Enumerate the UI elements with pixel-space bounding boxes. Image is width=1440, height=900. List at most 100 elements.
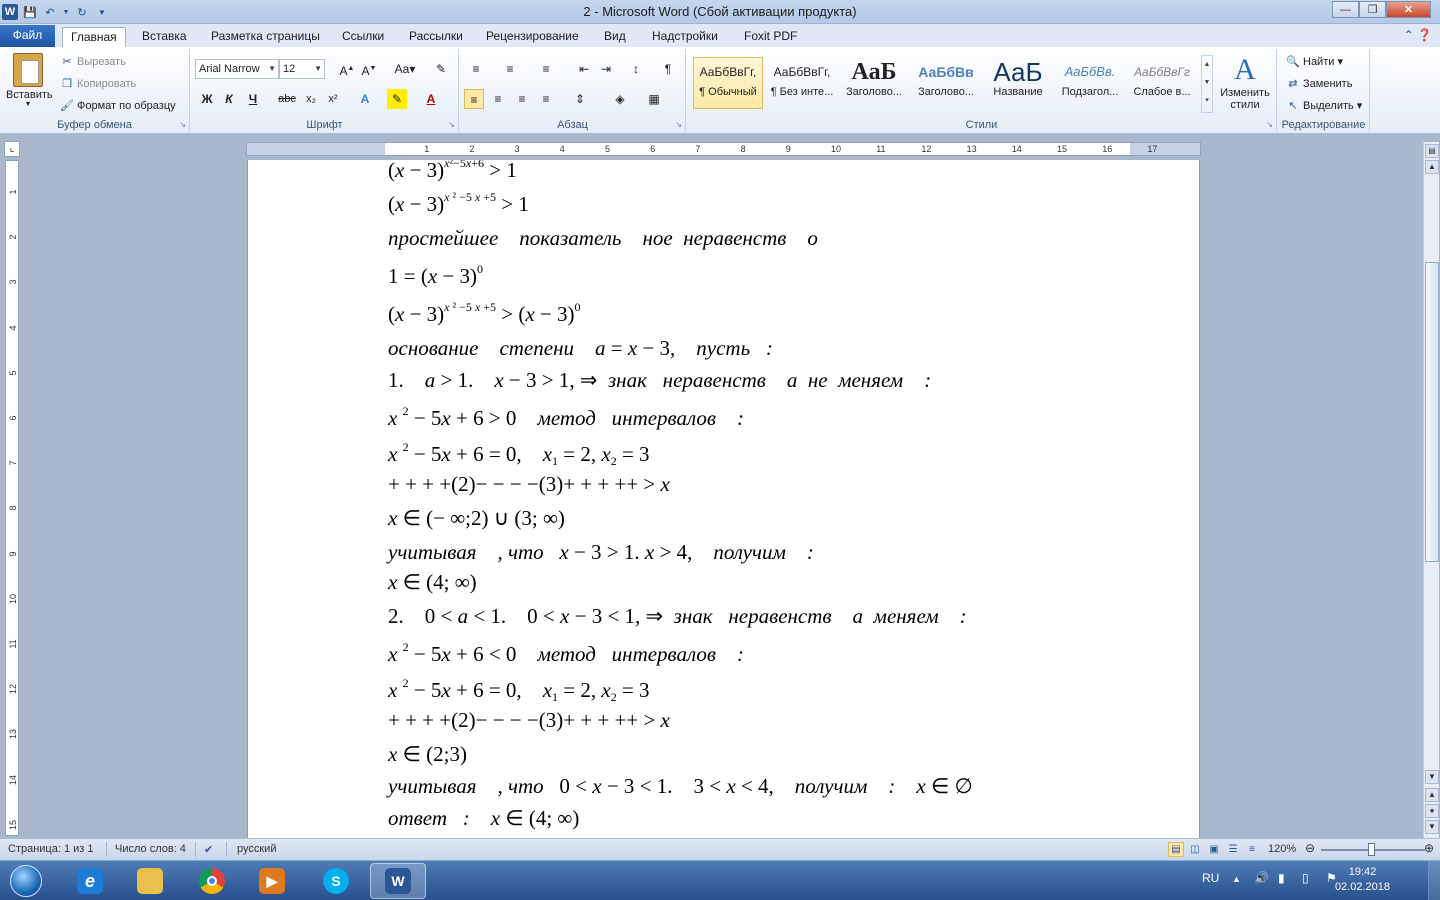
grow-font-icon[interactable]: A▲ [337,59,357,79]
tab-insert[interactable]: Вставка [134,27,195,47]
web-layout-icon[interactable]: ▣ [1206,842,1222,857]
style-no-spacing[interactable]: АаБбВвГг, ¶ Без инте... [767,57,837,109]
cut-button[interactable]: ✂ Вырезать [60,55,126,68]
print-layout-icon[interactable]: ▤ [1168,842,1184,857]
taskbar-chrome[interactable] [184,863,240,899]
increase-indent-icon[interactable]: ⇥ [596,59,616,79]
draft-icon[interactable]: ≡ [1244,842,1260,857]
tab-references[interactable]: Ссылки [334,27,392,47]
show-desktop-button[interactable] [1428,861,1440,900]
styles-launcher-icon[interactable]: ↘ [1266,120,1273,129]
bold-button[interactable]: Ж [197,89,217,109]
taskbar-explorer[interactable] [122,863,178,899]
numbering-icon[interactable]: ≡ [500,59,520,79]
proofing-icon[interactable]: ✔ [204,843,213,856]
borders-icon[interactable]: ▦ [644,89,664,109]
copy-button[interactable]: ❐ Копировать [60,77,136,90]
align-left-icon[interactable]: ≡ [464,89,484,109]
prev-page-icon[interactable]: ▲ [1425,788,1439,802]
multilevel-list-icon[interactable]: ≡ [536,59,556,79]
highlight-icon[interactable]: ✎ [387,89,407,109]
taskbar-ie[interactable]: e [62,863,118,899]
tab-page-layout[interactable]: Разметка страницы [203,27,328,47]
justify-icon[interactable]: ≡ [536,89,556,109]
font-launcher-icon[interactable]: ↘ [448,120,455,129]
zoom-slider-thumb[interactable] [1368,843,1375,856]
paragraph-launcher-icon[interactable]: ↘ [675,120,682,129]
font-size-combo[interactable]: 12 ▼ [279,59,325,79]
vertical-ruler[interactable]: 1 2 3 4 5 6 7 8 9 10 11 12 13 14 15 [5,160,19,836]
paste-button[interactable]: Вставить ▼ [6,53,53,108]
font-name-combo[interactable]: Arial Narrow ▼ [195,59,279,79]
scroll-down-icon[interactable]: ▼ [1425,770,1439,784]
full-screen-reading-icon[interactable]: ◫ [1187,842,1203,857]
style-normal[interactable]: АаБбВвГг, ¶ Обычный [693,57,763,109]
input-language[interactable]: RU [1202,871,1219,885]
zoom-out-icon[interactable]: ⊖ [1305,841,1315,855]
align-center-icon[interactable]: ≡ [488,89,508,109]
tab-selector-icon[interactable]: ⌞ [4,141,20,157]
underline-button[interactable]: Ч [243,89,263,109]
outline-icon[interactable]: ☰ [1225,842,1241,857]
scroll-up-icon[interactable]: ▲ [1425,160,1439,174]
align-right-icon[interactable]: ≡ [512,89,532,109]
vertical-scrollbar[interactable]: ▤ ▲ ▼ ▲ ● ▼ [1423,142,1439,838]
show-marks-icon[interactable]: ¶ [658,59,678,79]
subscript-icon[interactable]: x₂ [301,89,321,109]
replace-button[interactable]: ⇄ Заменить [1286,77,1352,90]
scroll-thumb[interactable] [1425,262,1439,562]
italic-button[interactable]: К [219,89,239,109]
shading-icon[interactable]: ◈ [610,89,630,109]
language-indicator[interactable]: русский [237,843,276,855]
shrink-font-icon[interactable]: A▼ [359,59,379,79]
tab-file[interactable]: Файл [0,25,55,47]
horizontal-ruler[interactable]: 1 2 3 4 5 6 7 8 9 10 11 12 13 14 15 16 17 [246,142,1201,156]
next-page-icon[interactable]: ▼ [1425,820,1439,834]
styles-scroll[interactable]: ▲ ▼ ▾ [1201,55,1213,113]
bullets-icon[interactable]: ≡ [466,59,486,79]
style-title[interactable]: АаБ Название [983,57,1053,109]
network-icon[interactable]: ▯ [1302,871,1309,885]
start-button[interactable] [4,863,48,899]
help-icon[interactable]: ⌃ ❓ [1404,28,1432,42]
tab-view[interactable]: Вид [596,27,634,47]
font-color-icon[interactable]: A [421,89,441,109]
tray-expand-icon[interactable]: ▲ [1232,874,1241,884]
line-spacing-icon[interactable]: ⇕ [570,89,590,109]
select-button[interactable]: ↖ Выделить ▾ [1286,99,1362,112]
close-button[interactable]: ✕ [1386,1,1431,18]
ruler-toggle-icon[interactable]: ▤ [1425,144,1439,158]
zoom-in-icon[interactable]: ⊕ [1424,841,1434,855]
restore-button[interactable]: ❐ [1359,1,1386,18]
select-browse-object-icon[interactable]: ● [1425,804,1439,818]
word-count[interactable]: Число слов: 4 [115,843,186,855]
style-heading-2[interactable]: АаБбВв Заголово... [911,57,981,109]
change-case-icon[interactable]: Aa▾ [391,59,419,79]
clear-formatting-icon[interactable]: ✎ [431,59,451,79]
sort-icon[interactable]: ↕ [626,59,646,79]
find-button[interactable]: 🔍 Найти ▾ [1286,55,1343,68]
tab-addins[interactable]: Надстройки [644,27,726,47]
decrease-indent-icon[interactable]: ⇤ [574,59,594,79]
taskbar-media[interactable]: ▶ [244,863,300,899]
document-page[interactable]: (x − 3)x²−5x+6 > 1 (x − 3)x ² −5 x +5 > … [248,160,1199,838]
style-subtitle[interactable]: АаБбВв. Подзагол... [1055,57,1125,109]
page-count[interactable]: Страница: 1 из 1 [8,843,94,855]
tab-mailings[interactable]: Рассылки [401,27,471,47]
tab-review[interactable]: Рецензирование [478,27,587,47]
style-heading-1[interactable]: АаБ Заголово... [839,57,909,109]
change-styles-button[interactable]: A Изменить стили [1215,53,1275,111]
taskbar-skype[interactable]: S [308,863,364,899]
volume-icon[interactable]: 🔊 [1254,871,1269,885]
strikethrough-button[interactable]: abc [277,89,297,109]
battery-icon[interactable]: ▮ [1278,871,1285,885]
zoom-level[interactable]: 120% [1268,843,1296,855]
taskbar-word[interactable]: W [370,863,426,899]
style-subtle-emphasis[interactable]: АаБбВвГг Слабое в... [1127,57,1197,109]
clock[interactable]: 19:42 02.02.2018 [1335,865,1390,895]
minimize-button[interactable]: — [1332,1,1359,18]
superscript-icon[interactable]: x² [323,89,343,109]
tab-foxit-pdf[interactable]: Foxit PDF [736,27,805,47]
clipboard-launcher-icon[interactable]: ↘ [179,120,186,129]
text-effects-icon[interactable]: A [355,89,375,109]
